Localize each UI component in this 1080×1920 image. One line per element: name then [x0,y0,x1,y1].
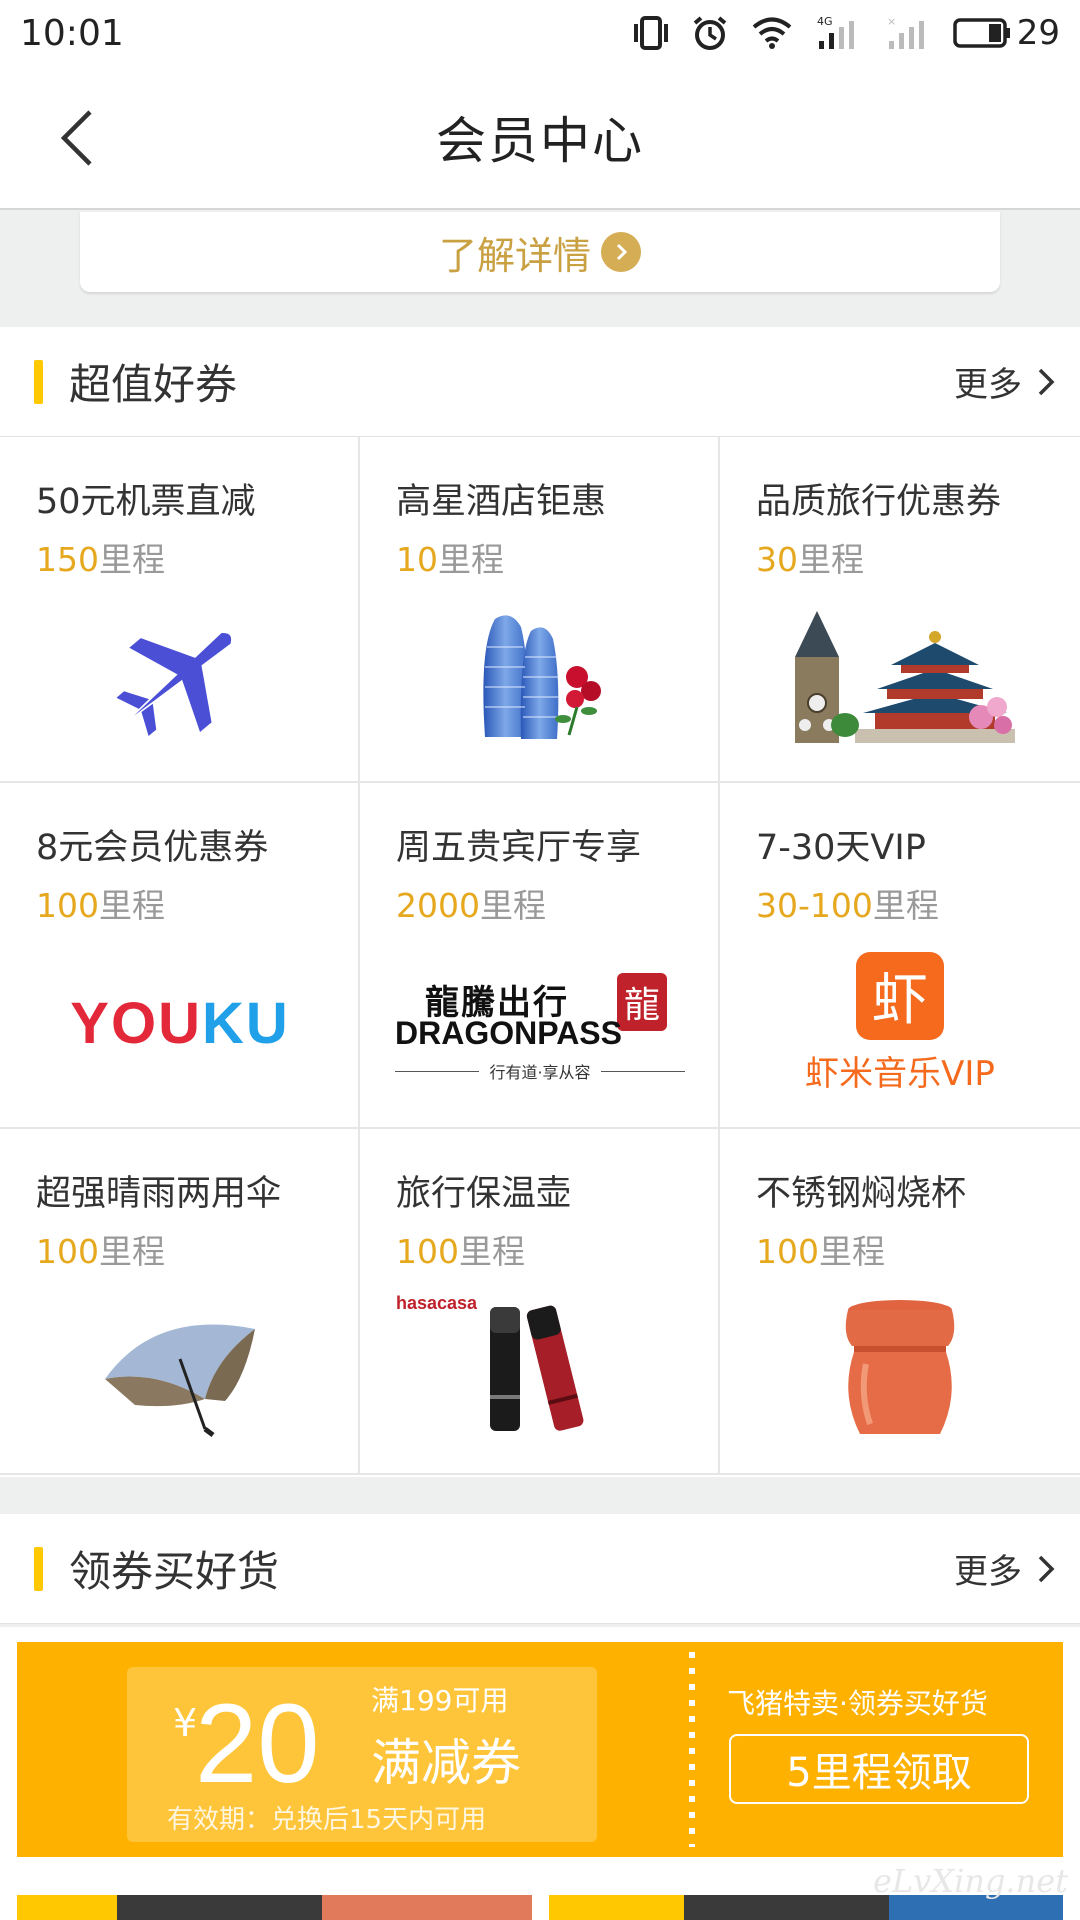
dotted-divider [689,1652,695,1847]
coupon-name: 旅行保温壶 [396,1174,572,1214]
chevron-left-icon [60,110,92,166]
coupon-item[interactable]: 8元会员优惠券 100里程 YOUKU [0,783,360,1129]
preview-tag-left [17,1895,117,1920]
status-icons: 4G × 29 [633,13,1060,53]
claim-button[interactable]: 5里程领取 [729,1734,1029,1804]
coupon-miles: 150里程 [36,540,165,579]
battery-icon [952,18,1010,48]
section-accent-bar [34,359,43,404]
alarm-icon [693,16,727,50]
watermark: eLvXing.net [873,1862,1068,1900]
umbrella-image [20,1289,340,1449]
nav-bar: 会员中心 [0,66,1080,210]
coupon-condition: 满199可用 [371,1684,509,1717]
preview-image-left [322,1895,532,1920]
detail-link[interactable]: 了解详情 [80,212,1000,292]
coupon-currency: ¥ [173,1701,198,1745]
coupon-kind: 满减券 [371,1734,521,1792]
more-link[interactable]: 更多 [954,357,1056,406]
coupon-item[interactable]: 高星酒店钜惠 10里程 [360,437,720,783]
preview-bar-right [684,1895,889,1920]
coupon-miles: 100里程 [396,1232,525,1271]
section-header-coupons: 超值好券 更多 [0,327,1080,437]
coupon-ticket: ¥ 20 满199可用 满减券 有效期：兑换后15天内可用 [127,1667,597,1842]
coupon-miles: 100里程 [36,886,165,925]
coupon-item[interactable]: 超强晴雨两用伞 100里程 [0,1129,360,1475]
signal-4g-icon: 4G [817,15,854,49]
coupon-miles: 100里程 [756,1232,885,1271]
wifi-icon [752,17,792,49]
coupon-banner[interactable]: ¥ 20 满199可用 满减券 有效期：兑换后15天内可用 飞猪特卖·领券买好货… [17,1642,1063,1857]
page-title: 会员中心 [436,112,644,170]
hotel-towers-image [380,597,700,757]
more-label: 更多 [954,365,1022,405]
coupon-name: 超强晴雨两用伞 [36,1174,282,1214]
coupon-amount: 20 [195,1681,320,1806]
detail-link-label: 了解详情 [438,233,591,278]
cup-image [740,1289,1060,1449]
thermos-image: hasacasa [380,1289,700,1449]
coupon-name: 高星酒店钜惠 [396,482,607,522]
detail-area: 了解详情 [0,212,1080,327]
battery-percent: 29 [1016,13,1060,53]
section-title: 领券买好货 [69,1547,280,1596]
coupon-name: 品质旅行优惠券 [756,482,1002,522]
coupon-name: 7-30天VIP [756,828,926,868]
coupon-miles: 30里程 [756,540,864,579]
svg-text:4G: 4G [817,15,833,28]
xiami-logo: 虾 虾米音乐VIP [740,943,1060,1103]
coupon-name: 50元机票直减 [36,482,256,522]
coupon-item[interactable]: 旅行保温壶 100里程 hasacasa [360,1129,720,1475]
coupon-miles: 2000里程 [396,886,546,925]
coupon-item[interactable]: 不锈钢焖烧杯 100里程 [720,1129,1080,1475]
section-title: 超值好券 [69,360,238,409]
status-bar: 10:01 4G × 29 [0,0,1080,66]
coupon-name: 周五贵宾厅专享 [396,828,642,868]
vibrate-icon [633,16,668,50]
coupon-validity: 有效期：兑换后15天内可用 [167,1805,487,1835]
status-time: 10:01 [20,12,124,54]
coupon-item[interactable]: 品质旅行优惠券 30里程 [720,437,1080,783]
landmarks-image [740,597,1060,757]
coupon-item[interactable]: 7-30天VIP 30-100里程 虾 虾米音乐VIP [720,783,1080,1129]
signal-empty-icon: × [887,15,924,49]
coupon-name: 8元会员优惠券 [36,828,269,868]
chevron-right-icon [1038,368,1055,395]
battery: 29 [952,13,1060,53]
dragonpass-logo: 龍騰出行 龍 DRAGONPASS 行有道·享从容 [380,943,700,1103]
coupon-miles: 100里程 [36,1232,165,1271]
svg-text:×: × [887,15,896,28]
coupon-item[interactable]: 50元机票直减 150里程 [0,437,360,783]
coupon-miles: 30-100里程 [756,886,939,925]
coupon-side-text: 飞猪特卖·领券买好货 [727,1687,988,1720]
coupon-miles: 10里程 [396,540,504,579]
airplane-icon [20,597,340,757]
preview-tag-right [549,1895,684,1920]
coupon-banner-area: ¥ 20 满199可用 满减券 有效期：兑换后15天内可用 飞猪特卖·领券买好货… [0,1627,1080,1892]
section-header-goods: 领券买好货 更多 [0,1514,1080,1624]
more-link[interactable]: 更多 [954,1544,1056,1593]
coupon-name: 不锈钢焖烧杯 [756,1174,967,1214]
more-label: 更多 [954,1552,1022,1592]
chevron-right-icon [1038,1555,1055,1582]
section-accent-bar [34,1546,43,1591]
preview-bar-left [117,1895,322,1920]
back-button[interactable] [50,106,114,170]
coupon-item[interactable]: 周五贵宾厅专享 2000里程 龍騰出行 龍 DRAGONPASS 行有道·享从容 [360,783,720,1129]
youku-logo: YOUKU [70,990,290,1056]
chevron-right-circle-icon [601,232,641,272]
coupon-grid: 50元机票直减 150里程 高星酒店钜惠 10里程 品质旅行优惠券 30里程 8… [0,437,1080,1477]
